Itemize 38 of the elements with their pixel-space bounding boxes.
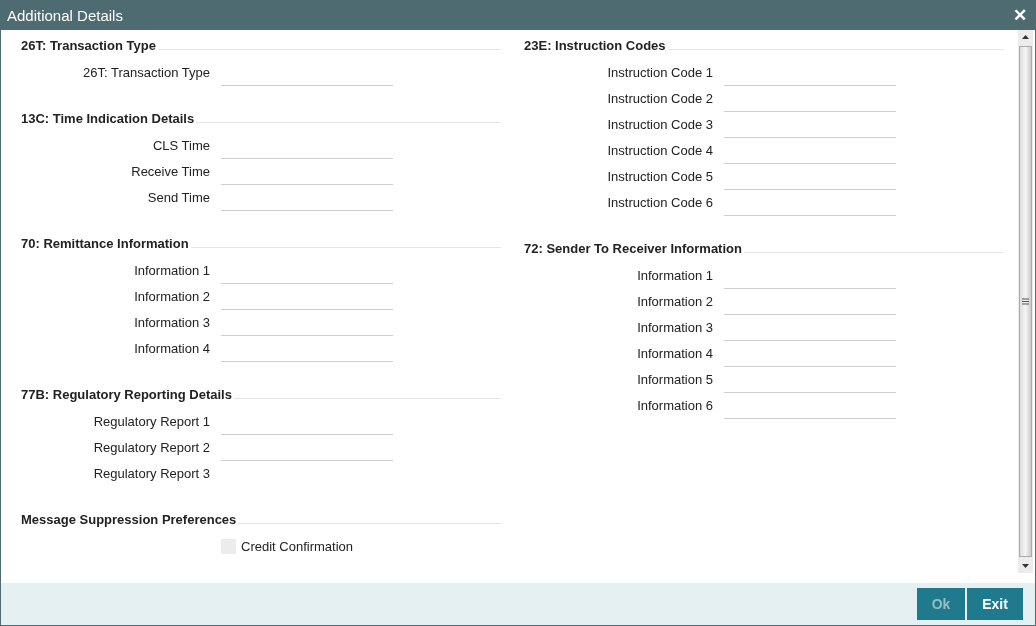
field-label: Instruction Code 4 xyxy=(606,142,714,158)
scroll-up-icon[interactable] xyxy=(1022,35,1029,39)
field-label: CLS Time xyxy=(151,137,211,153)
field-label: Information 3 xyxy=(133,314,211,330)
field-label: Information 2 xyxy=(133,288,211,304)
window-title: Additional Details xyxy=(7,6,123,24)
field-label: Regulatory Report 2 xyxy=(92,439,211,455)
section-heading: Message Suppression Preferences xyxy=(21,511,237,527)
field-label: Information 3 xyxy=(636,319,714,335)
checkbox-label: Credit Confirmation xyxy=(241,538,353,554)
field-label: Information 5 xyxy=(636,371,714,387)
close-button[interactable]: ✕ xyxy=(1011,4,1029,26)
field-label: 26T: Transaction Type xyxy=(82,64,211,80)
section-heading: 13C: Time Indication Details xyxy=(21,110,195,126)
field-label: Receive Time xyxy=(130,163,211,179)
field-label: Information 4 xyxy=(133,340,211,356)
field-label: Instruction Code 3 xyxy=(606,116,714,132)
section-heading: 70: Remittance Information xyxy=(21,235,189,251)
scrollbar[interactable] xyxy=(1018,30,1033,573)
field-label: Instruction Code 2 xyxy=(606,90,714,106)
field-label: Information 2 xyxy=(636,293,714,309)
field-label: Information 1 xyxy=(133,262,211,278)
field-label: Send Time xyxy=(146,189,211,205)
section-heading: 26T: Transaction Type xyxy=(21,37,156,53)
exit-button[interactable]: Exit xyxy=(967,588,1023,620)
field-label: Instruction Code 6 xyxy=(606,194,714,210)
section-heading: 72: Sender To Receiver Information xyxy=(524,240,742,256)
section-heading: 77B: Regulatory Reporting Details xyxy=(21,386,232,402)
field-label: Information 4 xyxy=(636,345,714,361)
field-label: Regulatory Report 3 xyxy=(92,465,211,481)
field-label: Instruction Code 1 xyxy=(606,64,714,80)
section-heading: 23E: Instruction Codes xyxy=(524,37,666,53)
field-label: Information 1 xyxy=(636,267,714,283)
scroll-thumb[interactable] xyxy=(1019,46,1032,557)
scroll-down-icon[interactable] xyxy=(1022,564,1029,568)
field-label: Regulatory Report 1 xyxy=(92,413,211,429)
field-label: Instruction Code 5 xyxy=(606,168,714,184)
field-label: Information 6 xyxy=(636,397,714,413)
